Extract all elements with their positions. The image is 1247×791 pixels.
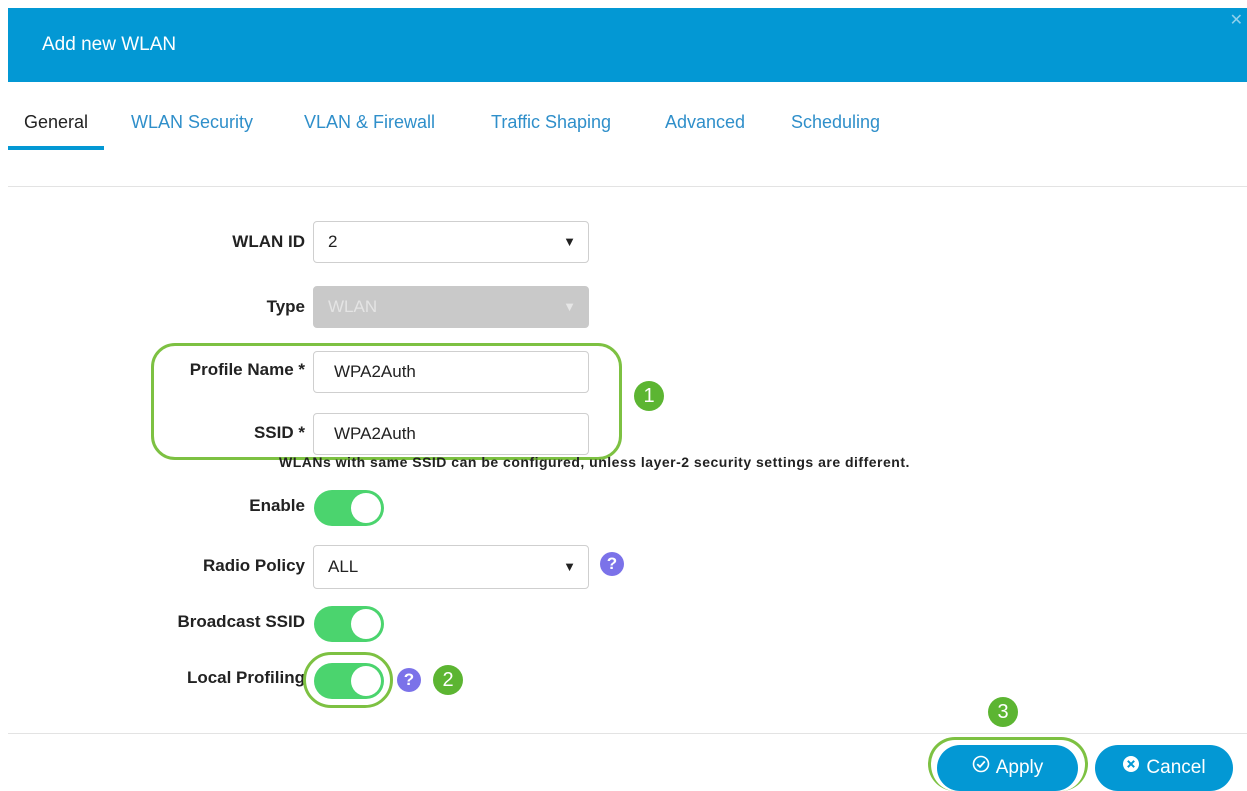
local-profiling-label: Local Profiling bbox=[186, 668, 305, 687]
apply-button[interactable]: Apply bbox=[937, 745, 1078, 791]
apply-label: Apply bbox=[995, 757, 1044, 779]
cancel-button[interactable]: Cancel bbox=[1095, 745, 1233, 791]
tab-advanced[interactable]: Advanced bbox=[665, 108, 745, 146]
type-select: WLAN ▼ bbox=[313, 286, 589, 328]
close-circle-icon bbox=[1122, 745, 1140, 791]
local-profiling-help-icon[interactable]: ? bbox=[397, 668, 421, 692]
tab-general[interactable]: General bbox=[8, 108, 105, 150]
close-icon[interactable]: ✕ bbox=[1230, 10, 1243, 30]
tab-vlan-firewall[interactable]: VLAN & Firewall bbox=[304, 108, 435, 146]
toggle-knob bbox=[351, 493, 381, 523]
radio-policy-label: Radio Policy bbox=[202, 556, 305, 575]
tab-traffic-shaping[interactable]: Traffic Shaping bbox=[491, 108, 611, 146]
chevron-down-icon: ▼ bbox=[563, 299, 576, 314]
step-badge-2: 2 bbox=[433, 665, 463, 695]
cancel-label: Cancel bbox=[1146, 757, 1206, 779]
dialog-title: Add new WLAN bbox=[42, 34, 177, 55]
broadcast-ssid-label: Broadcast SSID bbox=[177, 612, 305, 631]
ssid-hint: WLANs with same SSID can be configured, … bbox=[279, 454, 910, 470]
enable-label: Enable bbox=[249, 496, 305, 515]
highlight-local-profiling bbox=[303, 652, 393, 708]
toggle-knob bbox=[351, 609, 381, 639]
step-badge-3: 3 bbox=[988, 697, 1018, 727]
radio-policy-select[interactable]: ALL ▼ bbox=[313, 545, 589, 589]
tab-bar: General WLAN Security VLAN & Firewall Tr… bbox=[8, 108, 1247, 150]
wlan-id-label: WLAN ID bbox=[232, 232, 305, 251]
broadcast-ssid-toggle[interactable] bbox=[314, 606, 384, 642]
enable-toggle[interactable] bbox=[314, 490, 384, 526]
footer-divider bbox=[8, 733, 1247, 734]
chevron-down-icon: ▼ bbox=[563, 234, 576, 249]
tab-scheduling[interactable]: Scheduling bbox=[791, 108, 880, 146]
tabs-divider bbox=[8, 186, 1247, 187]
dialog-header: Add new WLAN ✕ bbox=[8, 8, 1247, 82]
step-badge-1: 1 bbox=[634, 381, 664, 411]
radio-policy-value: ALL bbox=[328, 557, 359, 576]
wlan-id-value: 2 bbox=[328, 232, 338, 251]
type-label: Type bbox=[266, 297, 305, 316]
chevron-down-icon: ▼ bbox=[563, 559, 576, 574]
check-circle-icon bbox=[972, 745, 990, 791]
wlan-id-select[interactable]: 2 ▼ bbox=[313, 221, 589, 263]
radio-policy-help-icon[interactable]: ? bbox=[600, 552, 624, 576]
tab-wlan-security[interactable]: WLAN Security bbox=[131, 108, 253, 146]
type-value: WLAN bbox=[328, 297, 378, 316]
highlight-profile-ssid bbox=[151, 343, 622, 460]
